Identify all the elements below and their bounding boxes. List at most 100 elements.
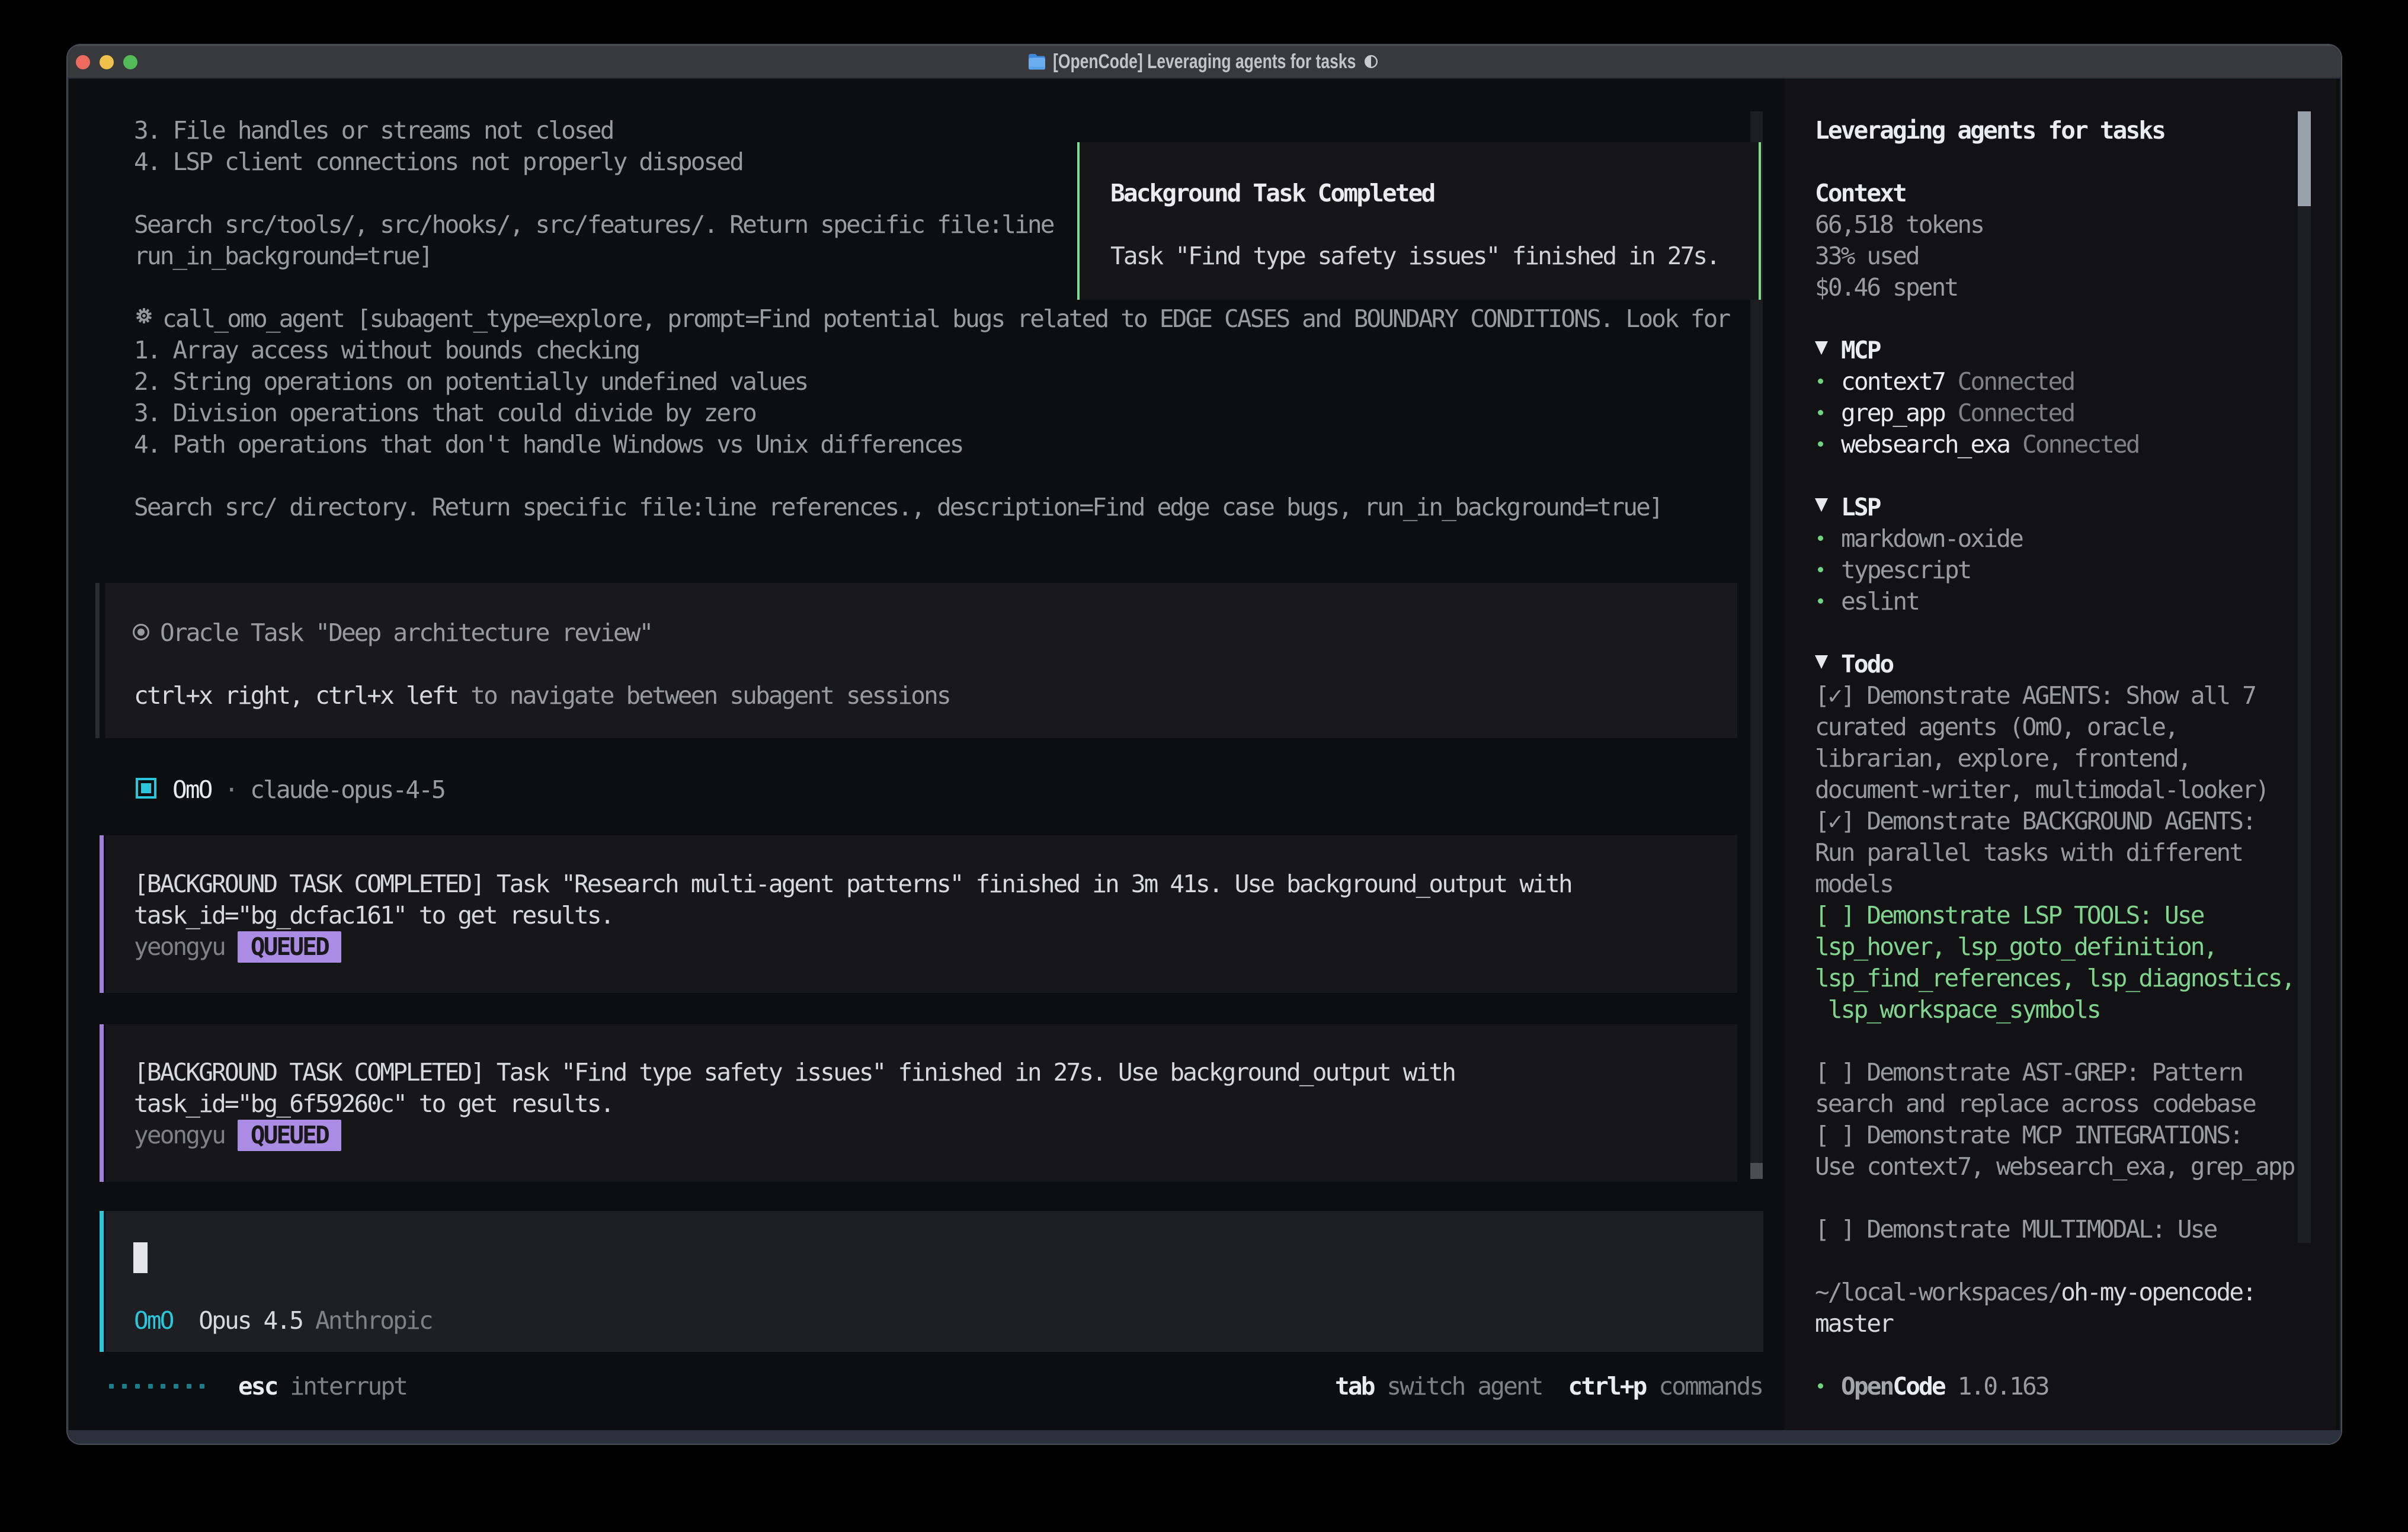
workspace-branch: master bbox=[1815, 1308, 1893, 1340]
agent-square-icon bbox=[136, 778, 156, 799]
fisheye-icon bbox=[134, 617, 160, 649]
spinner-dot bbox=[174, 1384, 178, 1389]
spinner-dot bbox=[122, 1384, 127, 1389]
text-segment: claude-opus-4-5 bbox=[250, 775, 444, 804]
text-cursor[interactable] bbox=[133, 1242, 148, 1273]
agent-model-line: OmO · claude-opus-4-5 bbox=[172, 774, 444, 806]
text-segment: Search src/tools/, src/hooks/, src/featu… bbox=[134, 210, 1054, 239]
lsp-item: markdown-oxide bbox=[1815, 523, 2022, 555]
collapse-triangle-icon[interactable] bbox=[1815, 335, 1841, 366]
text-segment: [✓] Demonstrate AGENTS: Show all 7 bbox=[1815, 681, 2255, 710]
spinner-dot bbox=[109, 1384, 114, 1389]
text-segment: Opus 4.5 bbox=[198, 1306, 302, 1335]
text-segment: curated agents (OmO, oracle, bbox=[1815, 713, 2178, 741]
text-segment: Connected bbox=[2009, 430, 2139, 459]
text-segment: switch agent bbox=[1374, 1372, 1542, 1400]
spinner-dot bbox=[200, 1384, 204, 1389]
text-segment: oh-my-opencode: bbox=[2061, 1278, 2255, 1306]
text-segment: 33% used bbox=[1815, 242, 1919, 270]
todo-item: [ ] Demonstrate AST-GREP: Pattern bbox=[1815, 1057, 2242, 1089]
hint-line: ctrl+x right, ctrl+x left to navigate be… bbox=[134, 680, 950, 712]
tool-call-line: call_omo_agent [subagent_type=explore, p… bbox=[162, 303, 1729, 335]
text-segment bbox=[302, 1306, 315, 1335]
text-segment: eslint bbox=[1841, 587, 1919, 616]
text-segment: 2. String operations on potentially unde… bbox=[134, 367, 807, 396]
todo-item: [ ] Demonstrate MCP INTEGRATIONS: bbox=[1815, 1120, 2242, 1152]
purple-border-1 bbox=[100, 835, 104, 993]
todo-item: search and replace across codebase bbox=[1815, 1088, 2255, 1120]
text-segment: to navigate between subagent sessions bbox=[457, 681, 949, 710]
text-segment: 3. Division operations that could divide… bbox=[134, 399, 755, 427]
text-segment: Use context7, websearch_exa, grep_app bbox=[1815, 1152, 2294, 1181]
toast-body: Task "Find type safety issues" finished … bbox=[1110, 241, 1719, 273]
window-title: [OpenCode] Leveraging agents for tasks bbox=[1053, 45, 1356, 79]
oracle-task-line: Oracle Task "Deep architecture review" bbox=[134, 617, 652, 649]
sidebar-scrollbar-thumb[interactable] bbox=[2298, 111, 2311, 206]
session-title: Leveraging agents for tasks bbox=[1815, 115, 2164, 147]
half-moon-icon bbox=[1365, 55, 1378, 68]
sidebar-scrollbar-track[interactable] bbox=[2298, 111, 2311, 1243]
text-segment: document-writer, multimodal-looker) bbox=[1815, 775, 2268, 804]
text-segment: lsp_workspace_symbols bbox=[1815, 995, 2100, 1024]
lsp-item: eslint bbox=[1815, 586, 1919, 618]
output-line: Search src/tools/, src/hooks/, src/featu… bbox=[134, 209, 1054, 241]
input-panel-border bbox=[100, 1211, 104, 1352]
text-segment: Code bbox=[1893, 1372, 1944, 1400]
text-segment: Todo bbox=[1841, 650, 1893, 678]
title-bar: [OpenCode] Leveraging agents for tasks bbox=[68, 45, 2341, 79]
status-right: tab switch agent ctrl+p commands bbox=[1335, 1371, 1762, 1403]
todo-item-active: lsp_hover, lsp_goto_definition, bbox=[1815, 931, 2216, 963]
text-segment: [ ] Demonstrate LSP TOOLS: Use bbox=[1815, 901, 2204, 930]
workspace-path: ~/local-workspaces/oh-my-opencode: bbox=[1815, 1277, 2255, 1309]
text-segment: 1.0.163 bbox=[1945, 1372, 2048, 1400]
todo-item-active: lsp_find_references, lsp_diagnostics, bbox=[1815, 963, 2294, 995]
output-line: run_in_background=true] bbox=[134, 241, 432, 273]
main-scrollbar-thumb[interactable] bbox=[1750, 1163, 1763, 1179]
text-segment: MCP bbox=[1841, 336, 1880, 364]
output-line: 4. LSP client connections not properly d… bbox=[134, 146, 742, 178]
version-line: OpenCode 1.0.163 bbox=[1815, 1371, 2048, 1403]
text-segment: context7 bbox=[1841, 367, 1945, 396]
text-segment: [ ] Demonstrate AST-GREP: Pattern bbox=[1815, 1058, 2242, 1086]
text-segment: master bbox=[1815, 1309, 1893, 1338]
output-line: 2. String operations on potentially unde… bbox=[134, 366, 807, 398]
queue-status-line: yeongyu QUEUED bbox=[134, 1120, 341, 1152]
todo-item-done: [✓] Demonstrate BACKGROUND AGENTS: bbox=[1815, 806, 2255, 838]
text-segment: tab bbox=[1335, 1372, 1374, 1400]
collapse-triangle-icon[interactable] bbox=[1815, 492, 1841, 523]
todo-item-done: document-writer, multimodal-looker) bbox=[1815, 774, 2268, 806]
text-segment: Oracle Task "Deep architecture review" bbox=[160, 618, 652, 647]
text-segment: ~/local-workspaces/ bbox=[1815, 1278, 2061, 1306]
text-segment: [BACKGROUND TASK COMPLETED] Task "Resear… bbox=[134, 870, 1571, 898]
todo-item-done: [✓] Demonstrate AGENTS: Show all 7 bbox=[1815, 680, 2255, 712]
section-todo: Todo bbox=[1815, 649, 1893, 681]
text-segment: task_id="bg_6f59260c" to get results. bbox=[134, 1089, 613, 1118]
context-spent: $0.46 spent bbox=[1815, 272, 1957, 304]
collapse-triangle-icon[interactable] bbox=[1815, 649, 1841, 680]
spinner-dot bbox=[187, 1384, 191, 1389]
oracle-panel-border bbox=[95, 583, 100, 738]
bullet-icon bbox=[1815, 555, 1841, 586]
text-segment: librarian, explore, frontend, bbox=[1815, 744, 2191, 773]
message-line: task_id="bg_dcfac161" to get results. bbox=[134, 900, 613, 932]
text-segment: Run parallel tasks with different bbox=[1815, 838, 2242, 867]
spinner-dot bbox=[135, 1384, 140, 1389]
output-line: 3. File handles or streams not closed bbox=[134, 115, 613, 147]
bullet-icon bbox=[1815, 429, 1841, 460]
oracle-task-panel bbox=[105, 583, 1737, 738]
text-segment: OmO bbox=[134, 1306, 173, 1335]
text-segment: Task "Find type safety issues" finished … bbox=[1110, 242, 1719, 270]
text-segment: ctrl+x right, bbox=[134, 681, 302, 710]
text-segment: Background Task Completed bbox=[1110, 179, 1434, 207]
text-segment: 4. LSP client connections not properly d… bbox=[134, 148, 742, 176]
text-segment: · bbox=[212, 775, 251, 804]
text-segment: 1. Array access without bounds checking bbox=[134, 336, 639, 364]
text-segment: models bbox=[1815, 870, 1893, 898]
toast-title: Background Task Completed bbox=[1110, 178, 1434, 210]
lsp-item: typescript bbox=[1815, 555, 1971, 586]
gear-icon bbox=[135, 307, 153, 325]
status-left: esc interrupt bbox=[238, 1371, 406, 1403]
folder-icon bbox=[1028, 52, 1046, 72]
purple-border-2 bbox=[100, 1024, 104, 1182]
text-segment: run_in_background=true] bbox=[134, 242, 432, 270]
